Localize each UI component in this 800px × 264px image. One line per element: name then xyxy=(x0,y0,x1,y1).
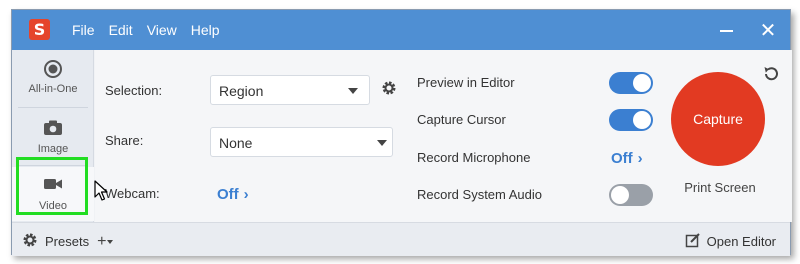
chevron-down-icon xyxy=(377,140,387,146)
reset-icon[interactable] xyxy=(762,65,780,86)
snagit-logo-icon: S xyxy=(29,19,50,40)
selection-label: Selection: xyxy=(105,83,163,98)
toggle-knob xyxy=(633,74,651,92)
chevron-down-icon xyxy=(348,88,358,94)
webcam-label: Webcam: xyxy=(105,186,160,201)
close-icon: ✕ xyxy=(759,18,777,42)
chevron-right-icon: › xyxy=(243,186,249,203)
open-editor-label: Open Editor xyxy=(706,234,776,249)
menu-help[interactable]: Help xyxy=(191,22,220,38)
title-bar: S File Edit View Help ✕ xyxy=(12,10,790,50)
presets-label: Presets xyxy=(45,234,90,249)
microphone-toggle-link[interactable]: Off › xyxy=(611,150,643,167)
sidebar-item-all-in-one[interactable]: All-in-One xyxy=(12,50,94,104)
menu-bar: File Edit View Help xyxy=(72,10,234,50)
add-preset-icon[interactable]: + xyxy=(97,233,106,251)
capture-cursor-toggle[interactable] xyxy=(609,109,653,131)
snagit-capture-window: S File Edit View Help ✕ All-in-One Image xyxy=(11,9,792,256)
gear-icon xyxy=(22,232,38,251)
sidebar-item-label: Image xyxy=(37,143,69,155)
menu-view[interactable]: View xyxy=(147,22,177,38)
bottom-bar: Presets + Open Editor xyxy=(12,222,790,256)
sidebar-item-label: All-in-One xyxy=(28,83,78,95)
minimize-icon xyxy=(719,30,733,33)
webcam-value: Off xyxy=(217,186,239,203)
record-system-audio-toggle[interactable] xyxy=(609,184,653,206)
mouse-cursor-icon xyxy=(94,180,108,204)
share-value: None xyxy=(219,135,253,151)
close-button[interactable]: ✕ xyxy=(748,10,788,50)
sidebar-divider xyxy=(18,107,88,108)
preview-in-editor-toggle[interactable] xyxy=(609,72,653,94)
share-label: Share: xyxy=(105,133,144,148)
open-editor-button[interactable]: Open Editor xyxy=(685,232,776,251)
selection-value: Region xyxy=(219,83,264,99)
capture-cursor-label: Capture Cursor xyxy=(417,112,506,127)
toggle-knob xyxy=(611,186,629,204)
video-mode-highlight xyxy=(16,157,88,215)
all-in-one-icon xyxy=(12,59,94,81)
record-microphone-label: Record Microphone xyxy=(417,150,531,165)
presets-button[interactable]: Presets + xyxy=(22,232,114,251)
record-system-audio-label: Record System Audio xyxy=(417,187,543,202)
webcam-toggle-link[interactable]: Off › xyxy=(217,186,249,203)
edit-icon xyxy=(685,232,701,251)
sidebar-item-image[interactable]: Image xyxy=(12,110,94,164)
selection-dropdown[interactable]: Region xyxy=(210,75,370,105)
share-dropdown[interactable]: None xyxy=(210,127,393,157)
capture-shortcut-label: Print Screen xyxy=(684,180,756,195)
chevron-right-icon: › xyxy=(637,150,643,167)
preview-in-editor-label: Preview in Editor xyxy=(417,75,515,90)
toggle-knob xyxy=(633,111,651,129)
microphone-value: Off xyxy=(611,150,633,167)
capture-button[interactable]: Capture xyxy=(671,72,765,166)
minimize-button[interactable] xyxy=(706,10,746,50)
chevron-down-icon xyxy=(107,239,114,244)
menu-file[interactable]: File xyxy=(72,22,95,38)
camera-icon xyxy=(12,119,94,141)
menu-edit[interactable]: Edit xyxy=(109,22,133,38)
selection-settings-gear-icon[interactable] xyxy=(381,80,397,99)
